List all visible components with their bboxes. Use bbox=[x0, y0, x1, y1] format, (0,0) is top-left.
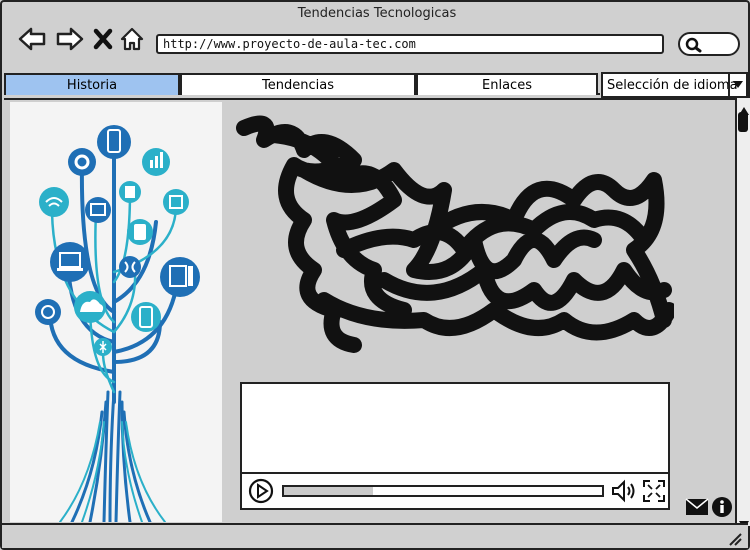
chevron-down-icon[interactable] bbox=[728, 74, 746, 96]
language-select-label: Selección de idioma bbox=[607, 77, 738, 93]
resize-grip-icon[interactable] bbox=[728, 531, 742, 550]
language-select[interactable]: Selección de idioma bbox=[601, 72, 748, 98]
search-input[interactable] bbox=[678, 32, 740, 56]
x-icon[interactable] bbox=[92, 26, 114, 52]
page-content bbox=[4, 98, 735, 524]
arrow-right-icon[interactable] bbox=[54, 26, 86, 52]
technology-tree-illustration bbox=[10, 102, 222, 524]
url-input[interactable]: http://www.proyecto-de-aula-tec.com bbox=[156, 34, 664, 54]
tab-historia[interactable]: Historia bbox=[4, 73, 180, 95]
video-player[interactable] bbox=[240, 382, 670, 510]
info-icon[interactable] bbox=[711, 496, 733, 522]
play-icon[interactable] bbox=[248, 478, 274, 508]
arrow-left-icon[interactable] bbox=[16, 26, 48, 52]
scribbled-text-block bbox=[234, 110, 677, 360]
browser-window: Tendencias Tecnologicas http://www.proye… bbox=[0, 0, 750, 550]
vertical-scrollbar[interactable] bbox=[735, 98, 750, 529]
video-progress-fill bbox=[284, 487, 374, 495]
fullscreen-icon[interactable] bbox=[642, 479, 666, 507]
tab-enlaces[interactable]: Enlaces bbox=[416, 73, 598, 95]
tab-bar: Historia Tendencias Enlaces bbox=[4, 73, 600, 95]
home-icon[interactable] bbox=[118, 26, 146, 52]
mail-icon[interactable] bbox=[685, 498, 709, 520]
volume-icon[interactable] bbox=[610, 479, 638, 507]
search-icon bbox=[684, 36, 702, 58]
tab-tendencias[interactable]: Tendencias bbox=[180, 73, 416, 95]
status-bar bbox=[2, 523, 748, 548]
scroll-thumb[interactable] bbox=[738, 112, 748, 132]
video-progress-bar[interactable] bbox=[282, 485, 604, 497]
window-title: Tendencias Tecnologicas bbox=[297, 6, 457, 21]
video-controls bbox=[242, 472, 668, 508]
